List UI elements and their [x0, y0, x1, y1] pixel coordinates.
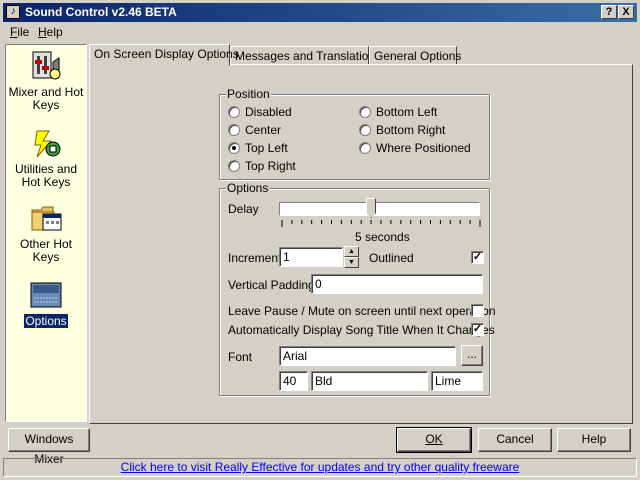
tab-on-screen-display[interactable]: On Screen Display Options: [89, 44, 239, 66]
font-label: Font: [228, 350, 253, 364]
auto-display-checkbox[interactable]: ✓: [471, 323, 484, 336]
radio-circle: [228, 160, 240, 172]
outlined-checkbox[interactable]: ✓: [471, 251, 484, 264]
vertical-padding-label: Vertical Padding: [228, 278, 315, 292]
font-color-field[interactable]: Lime: [431, 371, 483, 391]
sidebar-item-label: Other Hot Keys: [19, 237, 73, 264]
radio-bottom-right[interactable]: Bottom Right: [359, 123, 445, 137]
leave-pause-checkbox[interactable]: [471, 304, 484, 317]
increment-label: Increment: [228, 251, 282, 265]
increment-up-button[interactable]: ▲: [344, 246, 359, 257]
sound-control-window: ♪ Sound Control v2.46 BETA ? X File Help…: [0, 0, 640, 480]
sidebar: Mixer and Hot Keys Utilities and Hot Key…: [5, 44, 87, 422]
radio-circle: [359, 142, 371, 154]
checkmark-icon: ✓: [472, 251, 483, 263]
radio-center[interactable]: Center: [228, 123, 281, 137]
radio-disabled[interactable]: Disabled: [228, 105, 292, 119]
font-size-field[interactable]: 40: [279, 371, 308, 391]
options-group-title: Options: [226, 181, 270, 195]
mixer-icon: [32, 51, 61, 80]
options-icon: [30, 282, 62, 308]
radio-top-right[interactable]: Top Right: [228, 159, 296, 173]
delay-value: 5 seconds: [355, 230, 410, 244]
radio-bottom-left[interactable]: Bottom Left: [359, 105, 437, 119]
window-title: Sound Control v2.46 BETA: [25, 5, 177, 19]
status-bar: Click here to visit Really Effective for…: [3, 458, 637, 477]
radio-circle: [228, 106, 240, 118]
close-button[interactable]: X: [618, 5, 634, 19]
sidebar-item-label: Utilities and Hot Keys: [14, 162, 78, 189]
folder-icon: [31, 206, 62, 231]
utilities-icon: [34, 130, 61, 158]
title-bar[interactable]: ♪ Sound Control v2.46 BETA ? X: [3, 3, 637, 22]
tab-messages-translations[interactable]: Messages and Translations: [230, 46, 381, 66]
help-title-button[interactable]: ?: [601, 5, 617, 19]
sidebar-item-mixer[interactable]: Mixer and Hot Keys: [6, 50, 86, 112]
tab-general-options[interactable]: General Options: [369, 46, 461, 66]
checkmark-icon: ✓: [472, 323, 483, 335]
website-link[interactable]: Click here to visit Really Effective for…: [121, 460, 520, 474]
increment-input[interactable]: 1: [279, 247, 343, 267]
increment-down-button[interactable]: ▼: [344, 257, 359, 268]
ok-button[interactable]: OK: [396, 427, 472, 453]
menu-help[interactable]: Help: [38, 25, 63, 39]
radio-circle: [359, 124, 371, 136]
outlined-label: Outlined: [369, 251, 414, 265]
radio-circle-selected: [228, 142, 240, 154]
font-name-field[interactable]: Arial: [279, 346, 456, 366]
sidebar-item-utilities[interactable]: Utilities and Hot Keys: [6, 127, 86, 189]
radio-where-positioned[interactable]: Where Positioned: [359, 141, 471, 155]
sidebar-item-other-hot-keys[interactable]: Other Hot Keys: [6, 202, 86, 264]
auto-display-label: Automatically Display Song Title When It…: [228, 323, 495, 337]
menu-file[interactable]: File: [10, 25, 29, 39]
sidebar-item-options[interactable]: Options: [6, 279, 86, 329]
app-icon[interactable]: ♪: [6, 5, 20, 19]
radio-circle: [359, 106, 371, 118]
vertical-padding-input[interactable]: 0: [311, 274, 483, 294]
sidebar-item-label: Mixer and Hot Keys: [8, 85, 84, 112]
delay-label: Delay: [228, 202, 259, 216]
leave-pause-label: Leave Pause / Mute on screen until next …: [228, 304, 496, 318]
delay-slider-track[interactable]: [279, 202, 480, 216]
font-browse-button[interactable]: ...: [461, 345, 483, 366]
delay-slider-ticks: [281, 220, 481, 227]
radio-top-left[interactable]: Top Left: [228, 141, 288, 155]
font-style-field[interactable]: Bld: [311, 371, 428, 391]
radio-circle: [228, 124, 240, 136]
sidebar-item-label: Options: [23, 313, 69, 329]
position-group-title: Position: [226, 87, 271, 101]
help-button[interactable]: Help: [557, 428, 631, 452]
windows-mixer-button[interactable]: Windows Mixer: [8, 428, 90, 466]
cancel-button[interactable]: Cancel: [478, 428, 552, 452]
